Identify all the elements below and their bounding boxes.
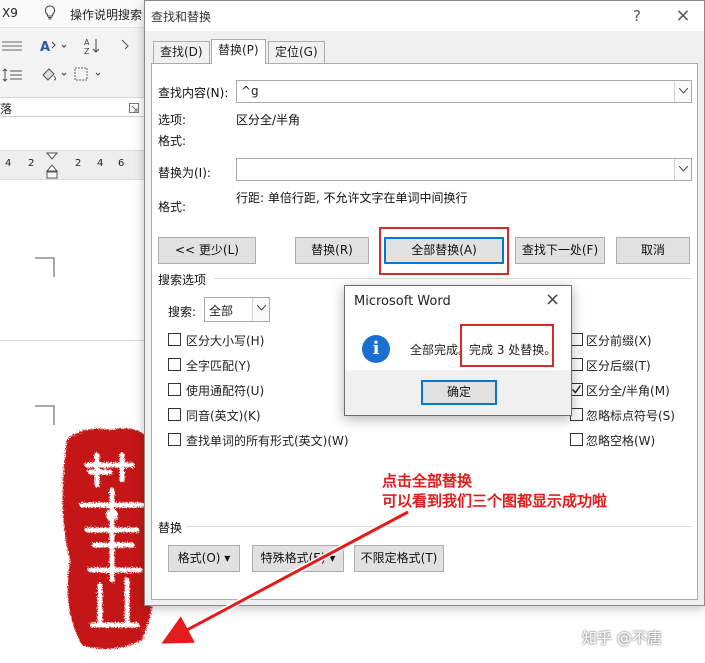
tab-replace[interactable]: 替换(P) [211,39,266,64]
watermark: 知乎 @不唐 [582,629,662,647]
annotation-arrow [161,509,410,644]
